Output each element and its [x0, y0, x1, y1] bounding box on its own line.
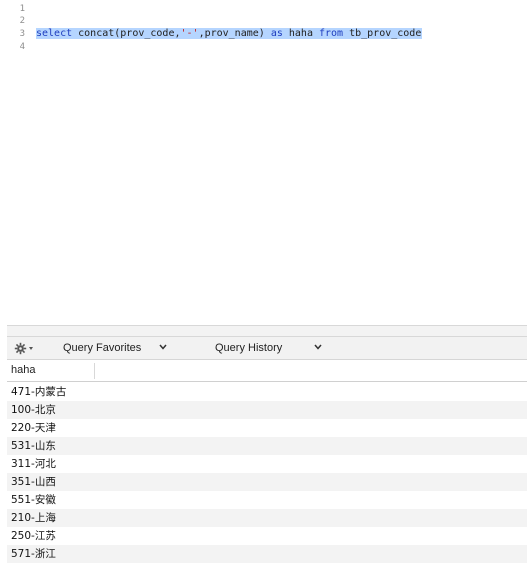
selected-query-text[interactable]: select concat(prov_code,'-',prov_name) a… — [36, 28, 423, 39]
line-number: 2 — [19, 16, 25, 26]
table-cell: 311-河北 — [11, 458, 56, 470]
table-row[interactable]: 571-浙江 — [7, 545, 527, 563]
results-table: haha 471-内蒙古 100-北京 220-天津 531-山东 311-河北… — [7, 360, 527, 563]
sql-editor[interactable]: 1 2 3 4 select concat(prov_code,'-',prov… — [0, 0, 527, 325]
gear-icon — [14, 342, 33, 355]
table-cell: 100-北京 — [11, 404, 56, 416]
table-row[interactable]: 220-天津 — [7, 419, 527, 437]
chevron-down-icon[interactable] — [159, 341, 169, 356]
table-row[interactable]: 210-上海 — [7, 509, 527, 527]
query-line[interactable]: select concat(prov_code,'-',prov_name) a… — [36, 27, 423, 41]
table-row[interactable]: 351-山西 — [7, 473, 527, 491]
table-cell: 571-浙江 — [11, 548, 56, 560]
line-number: 1 — [19, 4, 25, 14]
column-divider[interactable] — [94, 363, 95, 379]
table-row[interactable]: 551-安徽 — [7, 491, 527, 509]
gear-menu-button[interactable] — [14, 342, 34, 355]
line-number-gutter: 1 2 3 4 — [0, 0, 30, 325]
query-text-part: tb_prov_code — [343, 28, 422, 39]
column-header-haha[interactable]: haha — [11, 364, 35, 376]
chevron-down-icon[interactable] — [314, 341, 324, 356]
keyword-as: as — [270, 28, 283, 39]
query-favorites-button[interactable]: Query Favorites — [63, 341, 141, 356]
table-cell: 250-江苏 — [11, 530, 56, 542]
table-cell: 210-上海 — [11, 512, 56, 524]
query-toolbar: Query Favorites Query History — [7, 337, 527, 360]
table-cell: 551-安徽 — [11, 494, 56, 506]
table-cell: 531-山东 — [11, 440, 56, 452]
pane-splitter[interactable] — [7, 325, 527, 337]
table-row[interactable]: 100-北京 — [7, 401, 527, 419]
table-cell: 351-山西 — [11, 476, 56, 488]
line-number: 4 — [19, 42, 25, 52]
query-history-button[interactable]: Query History — [215, 341, 282, 356]
table-cell: 220-天津 — [11, 422, 56, 434]
table-body: 471-内蒙古 100-北京 220-天津 531-山东 311-河北 351-… — [7, 383, 527, 563]
table-row[interactable]: 311-河北 — [7, 455, 527, 473]
table-row[interactable]: 471-内蒙古 — [7, 383, 527, 401]
keyword-from: from — [318, 28, 344, 39]
query-text-part: haha — [282, 28, 319, 39]
query-text-part: ,prov_name) — [198, 28, 271, 39]
table-header: haha — [7, 360, 527, 382]
keyword-select: select — [36, 28, 73, 39]
table-row[interactable]: 250-江苏 — [7, 527, 527, 545]
query-text-part: concat(prov_code, — [72, 28, 181, 39]
table-row[interactable]: 531-山东 — [7, 437, 527, 455]
table-cell: 471-内蒙古 — [11, 386, 67, 398]
string-literal: '-' — [180, 28, 199, 39]
line-number: 3 — [19, 29, 25, 39]
